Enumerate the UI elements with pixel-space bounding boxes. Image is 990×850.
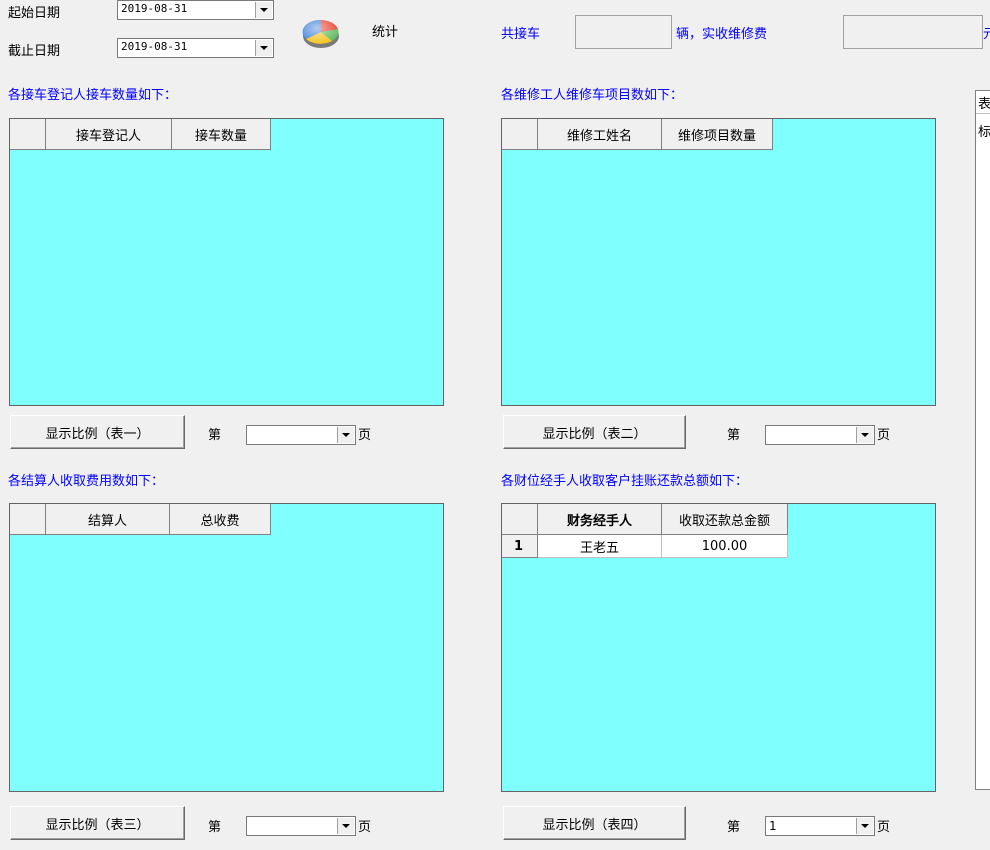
- panel-1-title: 各接车登记人接车数量如下：: [8, 88, 178, 103]
- chevron-down-icon[interactable]: [255, 2, 272, 18]
- stats-label[interactable]: 统计: [372, 25, 398, 41]
- end-date-value: 2019-08-31: [121, 40, 188, 53]
- side-panel[interactable]: 表 标: [975, 90, 990, 790]
- repair-fee-field[interactable]: [843, 15, 983, 49]
- column-header[interactable]: 接车登记人: [46, 119, 172, 150]
- chevron-down-icon[interactable]: [337, 818, 354, 834]
- column-header[interactable]: 维修工姓名: [538, 119, 662, 150]
- column-header[interactable]: 结算人: [46, 504, 170, 535]
- start-date-value: 2019-08-31: [121, 2, 188, 15]
- chevron-down-icon[interactable]: [255, 40, 272, 56]
- grid-corner: [502, 119, 538, 150]
- finance-handler-grid[interactable]: 财务经手人 收取还款总金额 1 王老五 100.00: [501, 503, 936, 792]
- page-select-4[interactable]: 1: [765, 816, 875, 836]
- page-prefix-label: 第: [727, 428, 741, 443]
- show-ratio-button-3[interactable]: 显示比例（表三）: [10, 806, 185, 840]
- page-prefix-label: 第: [208, 820, 222, 835]
- yuan-label: 元: [983, 27, 990, 42]
- total-cars-label: 共接车: [501, 27, 541, 42]
- side-header: 表: [978, 97, 990, 112]
- start-date-picker[interactable]: 2019-08-31: [117, 0, 274, 20]
- start-date-label: 起始日期: [8, 6, 61, 21]
- page-select-3[interactable]: [246, 816, 356, 836]
- page-suffix-label: 页: [877, 820, 891, 835]
- page-select-1[interactable]: [246, 425, 356, 445]
- grid-corner: [10, 119, 46, 150]
- end-date-picker[interactable]: 2019-08-31: [117, 38, 274, 58]
- divider: [976, 113, 990, 114]
- end-date-label: 截止日期: [8, 44, 61, 59]
- show-ratio-button-1[interactable]: 显示比例（表一）: [10, 415, 185, 449]
- table-cell[interactable]: 100.00: [662, 535, 788, 558]
- panel-2-title: 各维修工人维修车项目数如下：: [501, 88, 684, 103]
- settler-grid[interactable]: 结算人 总收费: [9, 503, 444, 792]
- page-value: 1: [769, 819, 777, 833]
- page-prefix-label: 第: [727, 820, 741, 835]
- column-header[interactable]: 财务经手人: [538, 504, 662, 535]
- chevron-down-icon[interactable]: [856, 427, 873, 443]
- panel-3-title: 各结算人收取费用数如下：: [8, 474, 165, 489]
- row-number[interactable]: 1: [502, 535, 538, 558]
- page-prefix-label: 第: [208, 428, 222, 443]
- show-ratio-button-4[interactable]: 显示比例（表四）: [503, 806, 686, 840]
- table-cell[interactable]: 王老五: [538, 535, 662, 558]
- grid-corner: [10, 504, 46, 535]
- pie-chart-icon[interactable]: [300, 12, 344, 52]
- column-header[interactable]: 维修项目数量: [662, 119, 773, 150]
- chevron-down-icon[interactable]: [337, 427, 354, 443]
- chevron-down-icon[interactable]: [856, 818, 873, 834]
- receiver-grid[interactable]: 接车登记人 接车数量: [9, 118, 444, 406]
- column-header[interactable]: 总收费: [170, 504, 271, 535]
- page-suffix-label: 页: [358, 428, 372, 443]
- column-header[interactable]: 收取还款总金额: [662, 504, 788, 535]
- page-suffix-label: 页: [877, 428, 891, 443]
- show-ratio-button-2[interactable]: 显示比例（表二）: [503, 415, 686, 449]
- grid-corner: [502, 504, 538, 535]
- total-cars-field[interactable]: [575, 15, 672, 49]
- panel-4-title: 各财位经手人收取客户挂账还款总额如下：: [501, 474, 749, 489]
- repair-fee-label: 辆，实收维修费: [676, 27, 768, 42]
- page-suffix-label: 页: [358, 820, 372, 835]
- page-select-2[interactable]: [765, 425, 875, 445]
- mechanic-grid[interactable]: 维修工姓名 维修项目数量: [501, 118, 936, 406]
- side-item: 标: [978, 125, 990, 140]
- column-header[interactable]: 接车数量: [172, 119, 271, 150]
